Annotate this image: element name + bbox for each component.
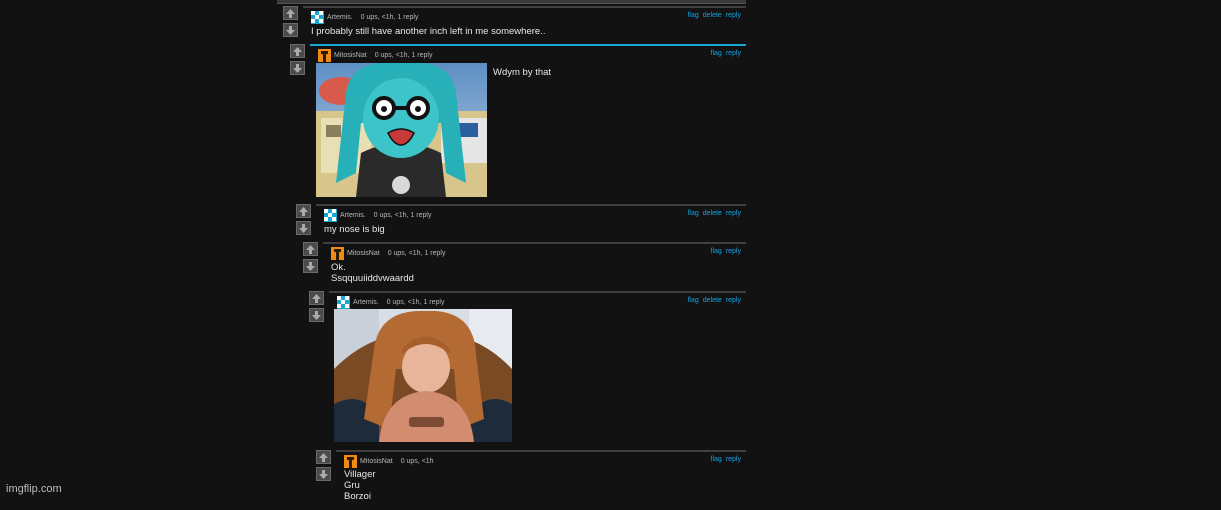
up-arrow-icon [293, 46, 302, 56]
checker-avatar-icon[interactable] [311, 11, 324, 24]
comment-box: MitosisNat 0 ups, <1h flag reply Villager… [336, 450, 746, 502]
upvote-button[interactable] [309, 291, 324, 305]
reply-link[interactable]: reply [726, 456, 741, 463]
flag-link[interactable]: flag [687, 12, 698, 19]
comment-meta: Artemis. 0 ups, <1h, 1 reply [324, 209, 431, 222]
comment-meta: MitosisNat 0 ups, <1h, 1 reply [318, 49, 432, 62]
down-arrow-icon [319, 469, 328, 479]
vote-column [309, 291, 326, 325]
down-arrow-icon [312, 310, 321, 320]
comment-box: MitosisNat 0 ups, <1h, 1 reply flag reply… [323, 242, 746, 284]
upvote-button[interactable] [283, 6, 298, 20]
reply-link[interactable]: reply [726, 12, 741, 19]
delete-link[interactable]: delete [703, 297, 722, 304]
comment-actions: flag delete reply [683, 210, 741, 217]
down-arrow-icon [286, 25, 295, 35]
delete-link[interactable]: delete [703, 210, 722, 217]
flag-link[interactable]: flag [711, 456, 722, 463]
comment-box: Artemis. 0 ups, <1h, 1 reply flag delete r… [329, 291, 746, 442]
comment-text: Villager Gru Borzoi [344, 469, 376, 502]
comment-stats: 0 ups, <1h [400, 458, 434, 465]
downvote-button[interactable] [303, 259, 318, 273]
username-link[interactable]: Artemis. [340, 212, 366, 219]
comment-meta: Artemis. 0 ups, <1h, 1 reply [311, 11, 418, 24]
cartoon-meme-image[interactable] [316, 63, 487, 197]
username-link[interactable]: Artemis. [353, 299, 379, 306]
reply-link[interactable]: reply [726, 50, 741, 57]
delete-link[interactable]: delete [703, 12, 722, 19]
downvote-button[interactable] [290, 61, 305, 75]
username-link[interactable]: MitosisNat [360, 458, 393, 465]
reply-link[interactable]: reply [726, 210, 741, 217]
down-arrow-icon [293, 63, 302, 73]
comment-meta: Artemis. 0 ups, <1h, 1 reply [337, 296, 444, 309]
vote-column [283, 6, 300, 40]
comment-stats: 0 ups, <1h, 1 reply [387, 250, 446, 257]
comment: Artemis. 0 ups, <1h, 1 reply flag delete r… [296, 204, 746, 237]
vote-column [290, 44, 307, 78]
reply-link[interactable]: reply [726, 248, 741, 255]
thread-top-border [277, 0, 746, 4]
comment-meta: MitosisNat 0 ups, <1h [344, 455, 434, 468]
downvote-button[interactable] [309, 308, 324, 322]
orange-avatar-icon[interactable] [344, 455, 357, 468]
checker-avatar-icon[interactable] [324, 209, 337, 222]
vote-column [316, 450, 333, 484]
up-arrow-icon [319, 452, 328, 462]
imgflip-watermark: imgflip.com [6, 483, 62, 495]
comment-box: Artemis. 0 ups, <1h, 1 reply flag delete r… [316, 204, 746, 235]
downvote-button[interactable] [316, 467, 331, 481]
comment: MitosisNat 0 ups, <1h, 1 reply flag reply [290, 44, 746, 200]
comment-actions: flag reply [707, 50, 741, 57]
comment-text: my nose is big [324, 224, 385, 235]
checker-avatar-icon[interactable] [337, 296, 350, 309]
comment-actions: flag reply [707, 456, 741, 463]
comment-box: MitosisNat 0 ups, <1h, 1 reply flag reply [310, 44, 746, 197]
upvote-button[interactable] [296, 204, 311, 218]
upvote-button[interactable] [303, 242, 318, 256]
flag-link[interactable]: flag [711, 248, 722, 255]
comment-stats: 0 ups, <1h, 1 reply [374, 52, 433, 59]
comment-stats: 0 ups, <1h, 1 reply [386, 299, 445, 306]
comment-text: Ok. Ssqquuiiddvwaardd [331, 262, 414, 284]
comment-stats: 0 ups, <1h, 1 reply [360, 14, 419, 21]
downvote-button[interactable] [296, 221, 311, 235]
reply-link[interactable]: reply [726, 297, 741, 304]
comment-text: I probably still have another inch left … [311, 26, 546, 37]
downvote-button[interactable] [283, 23, 298, 37]
up-arrow-icon [306, 244, 315, 254]
flag-link[interactable]: flag [711, 50, 722, 57]
comment-actions: flag reply [707, 248, 741, 255]
comment-stats: 0 ups, <1h, 1 reply [373, 212, 432, 219]
up-arrow-icon [312, 293, 321, 303]
down-arrow-icon [306, 261, 315, 271]
down-arrow-icon [299, 223, 308, 233]
username-link[interactable]: MitosisNat [334, 52, 367, 59]
comment-actions: flag delete reply [683, 297, 741, 304]
comment: Artemis. 0 ups, <1h, 1 reply flag delete r… [283, 6, 746, 40]
up-arrow-icon [299, 206, 308, 216]
orange-avatar-icon[interactable] [331, 247, 344, 260]
vote-column [303, 242, 320, 276]
vote-column [296, 204, 313, 238]
flag-link[interactable]: flag [687, 297, 698, 304]
comment-actions: flag delete reply [683, 12, 741, 19]
upvote-button[interactable] [316, 450, 331, 464]
upvote-button[interactable] [290, 44, 305, 58]
photo-image[interactable] [334, 309, 512, 442]
username-link[interactable]: Artemis. [327, 14, 353, 21]
comment-meta: MitosisNat 0 ups, <1h, 1 reply [331, 247, 445, 260]
comment: MitosisNat 0 ups, <1h, 1 reply flag reply… [303, 242, 746, 286]
comment-text: Wdym by that [493, 67, 552, 78]
flag-link[interactable]: flag [687, 210, 698, 217]
comment: Artemis. 0 ups, <1h, 1 reply flag delete r… [309, 291, 746, 445]
orange-avatar-icon[interactable] [318, 49, 331, 62]
up-arrow-icon [286, 8, 295, 18]
username-link[interactable]: MitosisNat [347, 250, 380, 257]
comment-box: Artemis. 0 ups, <1h, 1 reply flag delete r… [303, 6, 746, 37]
comment: MitosisNat 0 ups, <1h flag reply Villager… [316, 450, 746, 510]
